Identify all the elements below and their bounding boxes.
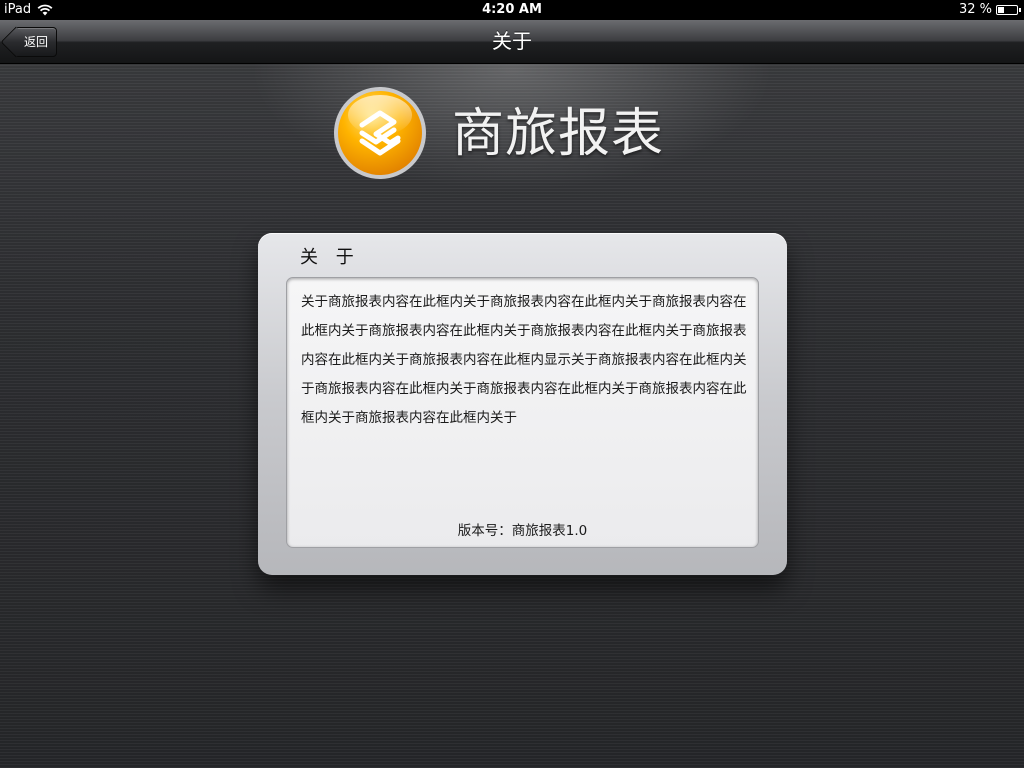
about-panel-title: 关 于 [300, 247, 360, 268]
back-button[interactable]: 返回 [14, 27, 58, 57]
battery-icon [996, 5, 1021, 15]
nav-title: 关于 [492, 29, 532, 53]
battery-fill [998, 7, 1004, 13]
about-panel: 关 于 关于商旅报表内容在此框内关于商旅报表内容在此框内关于商旅报表内容在此框内… [258, 233, 787, 575]
version-label: 版本号：商旅报表1.0 [457, 523, 588, 539]
battery-percent: 32 % [958, 2, 992, 17]
back-button-label: 返回 [24, 35, 49, 49]
china-mobile-logo-icon [334, 87, 426, 179]
status-bar: iPad 4:20 AM 32 % [0, 0, 1024, 20]
status-time: 4:20 AM [482, 2, 542, 17]
app-name: 商旅报表 [452, 104, 665, 164]
about-content-text: 关于商旅报表内容在此框内关于商旅报表内容在此框内关于商旅报表内容在此框内关于商旅… [301, 294, 747, 426]
about-content-box: 关于商旅报表内容在此框内关于商旅报表内容在此框内关于商旅报表内容在此框内关于商旅… [286, 277, 759, 548]
navigation-bar: 关于 返回 [0, 20, 1024, 64]
status-right: 32 % [958, 0, 1021, 20]
